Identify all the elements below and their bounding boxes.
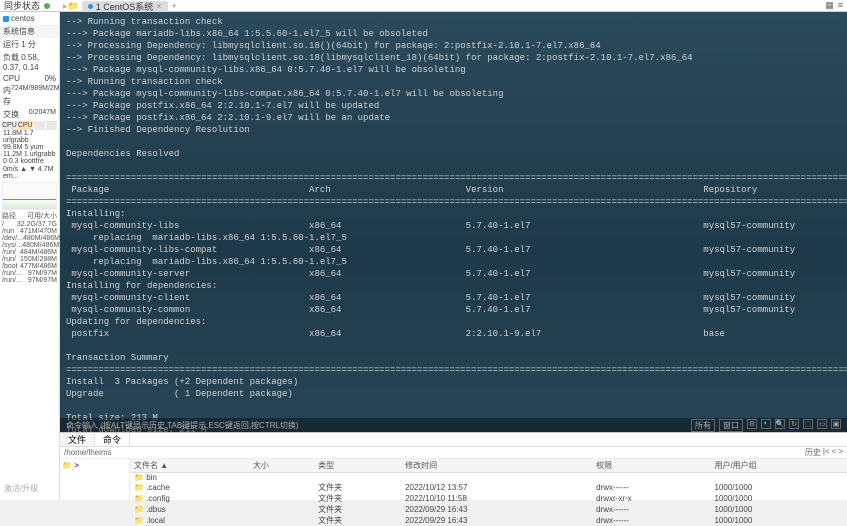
history-label[interactable]: 历史 <box>805 447 821 458</box>
watermark: CSDN @小衿不想撸代码 <box>739 473 839 486</box>
disk-row: /boot477M/486M <box>0 263 59 270</box>
tab-centos[interactable]: 1 CentOS系统 × <box>82 1 168 12</box>
nav-next[interactable]: > <box>838 447 843 458</box>
add-tab-button[interactable]: + <box>168 1 181 11</box>
disk-row: /run/...97M/97M <box>0 270 59 277</box>
table-row[interactable]: 📁 .local文件夹2022/09/29 16:43drwx------100… <box>130 515 847 526</box>
col-header[interactable]: 类型 <box>314 459 401 473</box>
folder-icon[interactable]: ▸📁 <box>60 1 82 12</box>
disk-row: /run/150M/298M <box>0 256 59 263</box>
disk-row: /run/484M/486M <box>0 249 59 256</box>
tool-icon-5[interactable]: ⬚ <box>803 419 813 429</box>
proc-2: 99.8M 5 yum <box>0 144 59 151</box>
proc-3: 11.2M 1 urlgrabb <box>0 151 59 158</box>
toolbar: 所有 窗口 ⚙ ◐ 🔍 ↻ ⬚ ▭ ▣ <box>691 419 841 432</box>
load: 负载 0.58, 0.37, 0.14 <box>0 51 59 73</box>
cpu-row: CPU0% <box>0 73 59 84</box>
swap-row: 交换0/2047M <box>0 108 59 121</box>
tool-icon-7[interactable]: ▣ <box>831 419 841 429</box>
disk-row: /32.2G/37.7G <box>0 221 59 228</box>
net-row: 0m/s ▲ ▼ 4.7M em... <box>0 165 59 181</box>
tab-bar: ▸📁 1 CentOS系统 × + <box>60 0 181 12</box>
table-row[interactable]: 📁 .dbus文件夹2022/09/29 16:43drwx------1000… <box>130 504 847 515</box>
disk-row: /run/...97M/97M <box>0 277 59 284</box>
title-bar: 同步状态 ▸📁 1 CentOS系统 × + ▦ ≡ <box>0 0 847 12</box>
col-header[interactable]: 文件名 ▲ <box>130 459 249 473</box>
net-graph <box>2 182 57 210</box>
tab-files[interactable]: 文件 <box>60 433 95 446</box>
host-item[interactable]: centos <box>0 12 59 25</box>
folder-tree[interactable]: 📁 > <box>60 459 130 526</box>
btn-all[interactable]: 所有 <box>691 419 715 432</box>
disk-row: /sys/...480M/486M <box>0 242 59 249</box>
hint-text: 命令输入 (按ALT键显示历史,TAB键提示,ESC键返回,按CTRL切换) <box>66 420 299 431</box>
nav-first[interactable]: |< <box>823 447 830 458</box>
search-icon[interactable]: 🔍 <box>775 419 785 429</box>
grid-icon[interactable]: ▦ <box>825 0 834 11</box>
tool-icon-6[interactable]: ▭ <box>817 419 827 429</box>
tab-label: 1 CentOS系统 <box>96 0 154 13</box>
disk-row: /run471M/470M <box>0 228 59 235</box>
uptime: 运行 1 分 <box>0 38 59 51</box>
path-text: /home/lheims <box>64 448 112 457</box>
host-dot-icon <box>88 4 93 9</box>
activate-text: 激活/升级 <box>4 483 38 494</box>
col-header[interactable]: 用户/用户组 <box>710 459 847 473</box>
col-header[interactable]: 修改时间 <box>401 459 592 473</box>
table-row[interactable]: 📁 .config文件夹2022/10/10 11:58drwxr-xr-x10… <box>130 493 847 504</box>
host-icon <box>3 16 9 22</box>
close-icon[interactable]: × <box>156 1 161 11</box>
col-header[interactable]: 大小 <box>249 459 314 473</box>
status-dot-icon <box>44 3 50 9</box>
mem-row: 内存724M/989M/2M <box>0 84 59 108</box>
command-bar: 命令输入 (按ALT键显示历史,TAB键提示,ESC键返回,按CTRL切换) 所… <box>60 418 847 432</box>
col-header[interactable]: 权限 <box>592 459 710 473</box>
disk-header: 路径可用/大小 <box>0 211 59 221</box>
btn-window[interactable]: 窗口 <box>719 419 743 432</box>
sync-label: 同步状态 <box>4 0 40 12</box>
file-table: 文件名 ▲大小类型修改时间权限用户/用户组 📁 bin 📁 .cache文件夹2… <box>130 459 847 526</box>
proc-1: 11.8M 1.7 urlgrabb <box>0 130 59 144</box>
cpu-cells: CPU CPU <box>0 121 59 130</box>
host-name: centos <box>11 14 35 23</box>
proc-4: 0 0.3 koottfre <box>0 158 59 165</box>
folder-icon[interactable]: 📁 <box>62 461 72 470</box>
sidebar: centos 系统信息 运行 1 分 负载 0.58, 0.37, 0.14 C… <box>0 12 60 500</box>
tool-icon-2[interactable]: ◐ <box>761 419 771 429</box>
tab-commands[interactable]: 命令 <box>95 433 130 446</box>
file-panel: 文件 命令 /home/lheims 历史 |< < > 📁 > 文件名 ▲大小… <box>60 432 847 500</box>
tool-icon-4[interactable]: ↻ <box>789 419 799 429</box>
disk-row: /dev/...480M/486M <box>0 235 59 242</box>
nav-prev[interactable]: < <box>832 447 837 458</box>
tool-icon-1[interactable]: ⚙ <box>747 419 757 429</box>
sysinfo-header[interactable]: 系统信息 <box>0 25 59 38</box>
menu-icon[interactable]: ≡ <box>838 0 843 11</box>
